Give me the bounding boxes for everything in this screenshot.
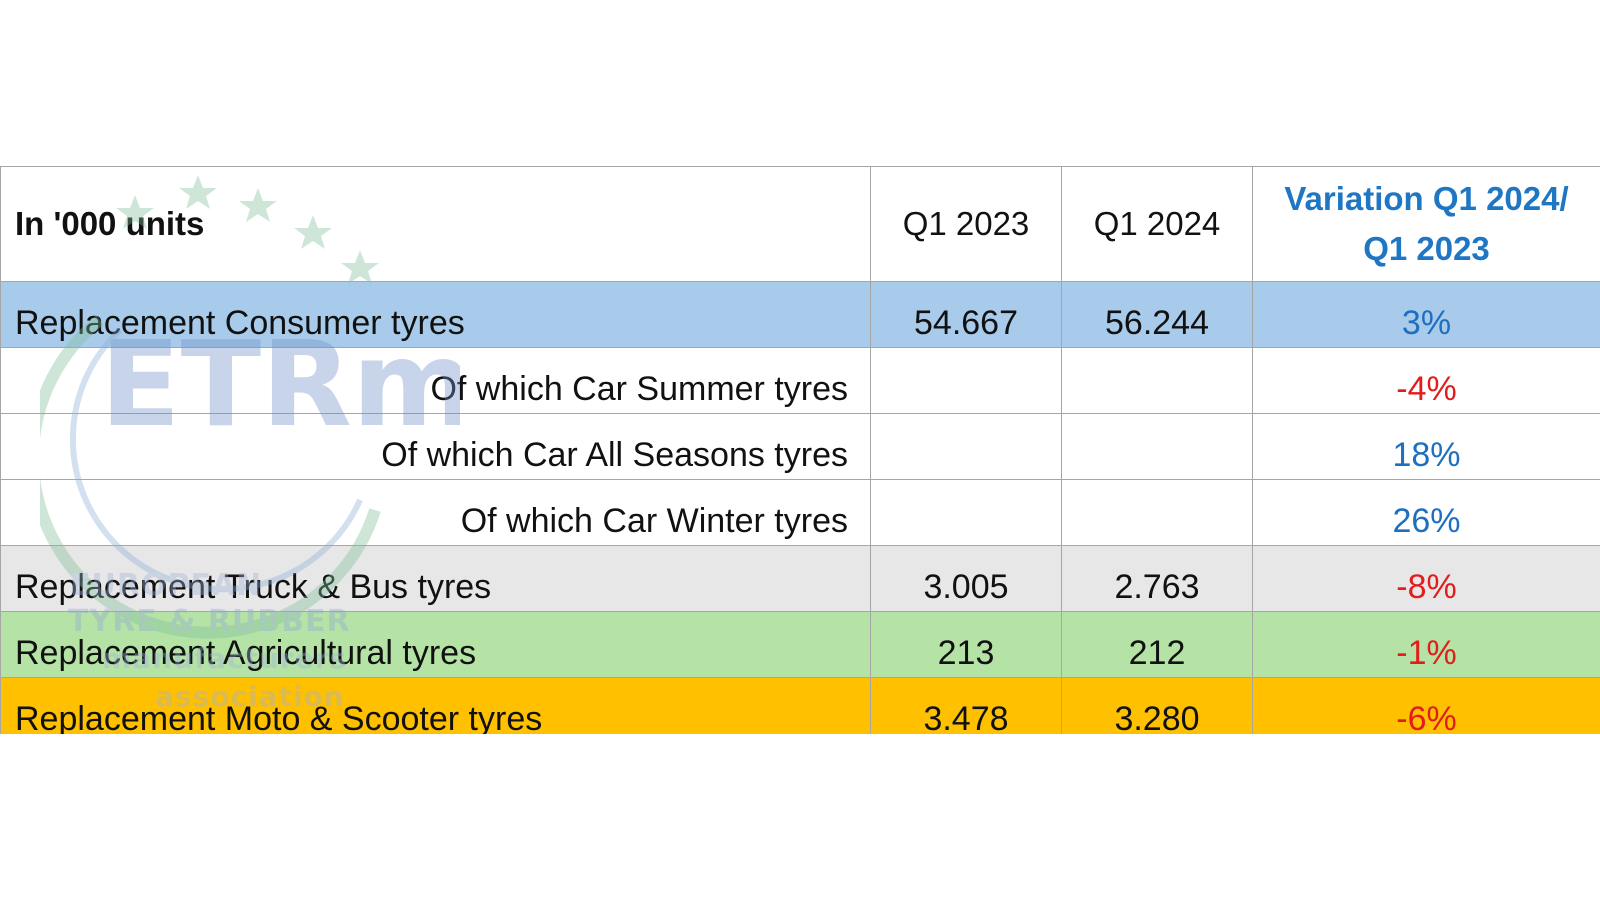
row-label: Replacement Moto & Scooter tyres: [0, 677, 871, 734]
row-label: Of which Car All Seasons tyres: [0, 413, 871, 480]
header-q1-2023: Q1 2023: [870, 166, 1062, 282]
row-label: Replacement Agricultural tyres: [0, 611, 871, 678]
row-q1-2024: [1061, 413, 1253, 480]
header-q1-2024: Q1 2024: [1061, 166, 1253, 282]
table-header-row: In '000 units Q1 2023 Q1 2024 Variation …: [0, 166, 1600, 282]
row-variation: -4%: [1252, 347, 1600, 414]
table-row-moto-scooter: Replacement Moto & Scooter tyres 3.478 3…: [0, 677, 1600, 734]
row-q1-2023: 213: [870, 611, 1062, 678]
row-q1-2024: 56.244: [1061, 281, 1253, 348]
row-q1-2024: 212: [1061, 611, 1253, 678]
row-q1-2024: [1061, 479, 1253, 546]
row-q1-2023: [870, 347, 1062, 414]
row-variation: -6%: [1252, 677, 1600, 734]
tyre-sales-table: In '000 units Q1 2023 Q1 2024 Variation …: [0, 166, 1600, 734]
row-q1-2023: 3.005: [870, 545, 1062, 612]
table-row-truck-bus: Replacement Truck & Bus tyres 3.005 2.76…: [0, 545, 1600, 612]
row-variation: 3%: [1252, 281, 1600, 348]
row-variation: 18%: [1252, 413, 1600, 480]
canvas: In '000 units Q1 2023 Q1 2024 Variation …: [0, 0, 1600, 900]
table-row-consumer: Replacement Consumer tyres 54.667 56.244…: [0, 281, 1600, 348]
header-variation-line1: Variation Q1 2024/: [1284, 180, 1569, 217]
header-variation-line2: Q1 2023: [1363, 230, 1490, 267]
header-units-label: In '000 units: [0, 166, 871, 282]
row-label: Replacement Truck & Bus tyres: [0, 545, 871, 612]
table-row-agricultural: Replacement Agricultural tyres 213 212 -…: [0, 611, 1600, 678]
row-label: Replacement Consumer tyres: [0, 281, 871, 348]
row-q1-2023: 54.667: [870, 281, 1062, 348]
row-variation: -8%: [1252, 545, 1600, 612]
row-label: Of which Car Winter tyres: [0, 479, 871, 546]
row-q1-2023: [870, 413, 1062, 480]
table-row-car-winter: Of which Car Winter tyres 26%: [0, 479, 1600, 546]
row-q1-2023: [870, 479, 1062, 546]
table-row-car-summer: Of which Car Summer tyres -4%: [0, 347, 1600, 414]
row-q1-2024: 2.763: [1061, 545, 1253, 612]
table-row-car-all-seasons: Of which Car All Seasons tyres 18%: [0, 413, 1600, 480]
row-variation: 26%: [1252, 479, 1600, 546]
row-label: Of which Car Summer tyres: [0, 347, 871, 414]
header-variation: Variation Q1 2024/Q1 2023: [1252, 166, 1600, 282]
row-q1-2024: [1061, 347, 1253, 414]
row-q1-2023: 3.478: [870, 677, 1062, 734]
table-container: In '000 units Q1 2023 Q1 2024 Variation …: [0, 166, 1600, 734]
row-q1-2024: 3.280: [1061, 677, 1253, 734]
row-variation: -1%: [1252, 611, 1600, 678]
